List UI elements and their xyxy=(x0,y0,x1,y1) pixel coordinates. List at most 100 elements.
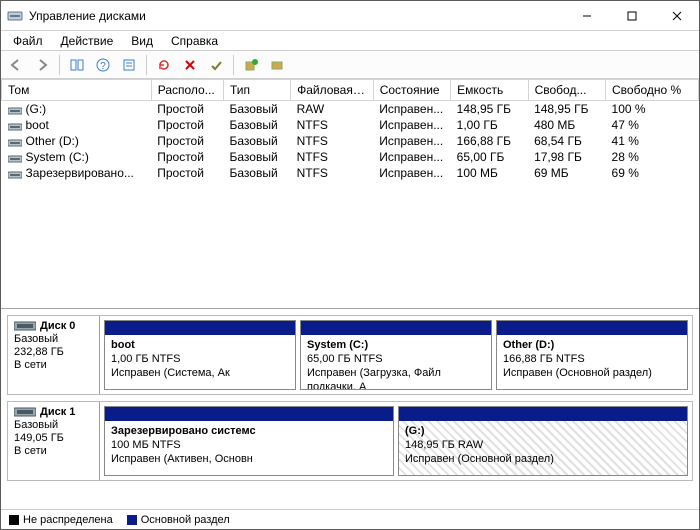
disk-management-window: Управление дисками Файл Действие Вид Спр… xyxy=(0,0,700,530)
titlebar: Управление дисками xyxy=(1,1,699,31)
volume-table: Том Располо... Тип Файловая с... Состоян… xyxy=(1,79,699,181)
partition[interactable]: (G:)148,95 ГБ RAWИсправен (Основной разд… xyxy=(398,406,688,476)
partition-header-bar xyxy=(497,321,687,335)
vol-capacity: 100 МБ xyxy=(451,165,528,181)
column-headers[interactable]: Том Располо... Тип Файловая с... Состоян… xyxy=(2,80,699,101)
partition-header-bar xyxy=(301,321,491,335)
close-button[interactable] xyxy=(654,1,699,30)
forward-button[interactable] xyxy=(31,54,53,76)
new-volume-button[interactable] xyxy=(240,54,262,76)
vol-name: System (C:) xyxy=(26,150,89,164)
vol-type: Базовый xyxy=(224,101,291,118)
disk-label[interactable]: Диск 0Базовый232,88 ГБВ сети xyxy=(8,316,100,394)
attach-vhd-button[interactable] xyxy=(266,54,288,76)
partition-body: Other (D:)166,88 ГБ NTFSИсправен (Основн… xyxy=(497,335,687,389)
partition-body: System (C:)65,00 ГБ NTFSИсправен (Загруз… xyxy=(301,335,491,389)
content: Том Располо... Тип Файловая с... Состоян… xyxy=(1,79,699,529)
graphical-disk-view: Диск 0Базовый232,88 ГБВ сетиboot1,00 ГБ … xyxy=(1,309,699,509)
disk-size: 232,88 ГБ xyxy=(14,346,93,358)
volume-list[interactable]: Том Располо... Тип Файловая с... Состоян… xyxy=(1,79,699,309)
vol-fs: RAW xyxy=(291,101,374,118)
disk-row: Диск 1Базовый149,05 ГБВ сетиЗарезервиров… xyxy=(7,401,693,481)
back-button[interactable] xyxy=(5,54,27,76)
vol-freepct: 28 % xyxy=(606,149,699,165)
toolbar-sep xyxy=(146,55,147,75)
partition-size: 166,88 ГБ NTFS xyxy=(503,352,681,366)
partition-name: Other (D:) xyxy=(503,338,681,352)
col-free[interactable]: Свобод... xyxy=(528,80,605,101)
vol-type: Базовый xyxy=(224,117,291,133)
window-title: Управление дисками xyxy=(29,9,564,23)
volume-icon xyxy=(8,137,22,147)
partition-header-bar xyxy=(105,321,295,335)
help-button[interactable]: ? xyxy=(92,54,114,76)
partition-body: Зарезервировано системс100 МБ NTFSИсправ… xyxy=(105,421,393,475)
menu-action[interactable]: Действие xyxy=(53,33,122,49)
col-freepct[interactable]: Свободно % xyxy=(606,80,699,101)
volume-icon xyxy=(8,153,22,163)
col-capacity[interactable]: Емкость xyxy=(451,80,528,101)
partition-size: 148,95 ГБ RAW xyxy=(405,438,681,452)
minimize-button[interactable] xyxy=(564,1,609,30)
partition[interactable]: Other (D:)166,88 ГБ NTFSИсправен (Основн… xyxy=(496,320,688,390)
vol-fs: NTFS xyxy=(291,133,374,149)
menu-file[interactable]: Файл xyxy=(5,33,51,49)
vol-capacity: 148,95 ГБ xyxy=(451,101,528,118)
vol-freepct: 69 % xyxy=(606,165,699,181)
table-row[interactable]: System (C:) ПростойБазовыйNTFSИсправен...… xyxy=(2,149,699,165)
partition-name: (G:) xyxy=(405,424,681,438)
disk-name: Диск 0 xyxy=(40,320,75,332)
vol-type: Базовый xyxy=(224,149,291,165)
table-row[interactable]: Зарезервировано...ПростойБазовыйNTFSИспр… xyxy=(2,165,699,181)
partition-state: Исправен (Основной раздел) xyxy=(503,366,681,380)
vol-state: Исправен... xyxy=(373,165,450,181)
properties-button[interactable] xyxy=(118,54,140,76)
menu-view[interactable]: Вид xyxy=(123,33,161,49)
disk-row: Диск 0Базовый232,88 ГБВ сетиboot1,00 ГБ … xyxy=(7,315,693,395)
col-fs[interactable]: Файловая с... xyxy=(291,80,374,101)
vol-freepct: 47 % xyxy=(606,117,699,133)
partition[interactable]: System (C:)65,00 ГБ NTFSИсправен (Загруз… xyxy=(300,320,492,390)
toolbar-sep xyxy=(59,55,60,75)
col-type[interactable]: Тип xyxy=(224,80,291,101)
partition-container: boot1,00 ГБ NTFSИсправен (Система, АкSys… xyxy=(100,316,692,394)
vol-fs: NTFS xyxy=(291,149,374,165)
view-toggle-button[interactable] xyxy=(66,54,88,76)
blue-swatch-icon xyxy=(127,515,137,525)
disk-label[interactable]: Диск 1Базовый149,05 ГБВ сети xyxy=(8,402,100,480)
vol-type: Базовый xyxy=(224,165,291,181)
col-layout[interactable]: Располо... xyxy=(151,80,223,101)
table-row[interactable]: (G:)ПростойБазовыйRAWИсправен...148,95 Г… xyxy=(2,101,699,118)
col-tom[interactable]: Том xyxy=(2,80,152,101)
vol-type: Базовый xyxy=(224,133,291,149)
menubar: Файл Действие Вид Справка xyxy=(1,31,699,51)
vol-layout: Простой xyxy=(151,101,223,118)
partition[interactable]: Зарезервировано системс100 МБ NTFSИсправ… xyxy=(104,406,394,476)
vol-state: Исправен... xyxy=(373,149,450,165)
window-buttons xyxy=(564,1,699,30)
table-row[interactable]: bootПростойБазовыйNTFSИсправен...1,00 ГБ… xyxy=(2,117,699,133)
vol-free: 148,95 ГБ xyxy=(528,101,605,118)
partition-body: (G:)148,95 ГБ RAWИсправен (Основной разд… xyxy=(399,421,687,475)
vol-state: Исправен... xyxy=(373,133,450,149)
maximize-button[interactable] xyxy=(609,1,654,30)
legend-primary: Основной раздел xyxy=(127,514,230,526)
delete-button[interactable] xyxy=(179,54,201,76)
partition-name: boot xyxy=(111,338,289,352)
refresh-button[interactable] xyxy=(153,54,175,76)
disk-status: В сети xyxy=(14,359,93,371)
apply-button[interactable] xyxy=(205,54,227,76)
partition[interactable]: boot1,00 ГБ NTFSИсправен (Система, Ак xyxy=(104,320,296,390)
disk-icon xyxy=(14,407,36,417)
col-state[interactable]: Состояние xyxy=(373,80,450,101)
vol-layout: Простой xyxy=(151,133,223,149)
menu-help[interactable]: Справка xyxy=(163,33,226,49)
vol-layout: Простой xyxy=(151,117,223,133)
table-row[interactable]: Other (D:)ПростойБазовыйNTFSИсправен...1… xyxy=(2,133,699,149)
disk-type: Базовый xyxy=(14,419,93,431)
toolbar-sep xyxy=(233,55,234,75)
vol-free: 68,54 ГБ xyxy=(528,133,605,149)
partition-header-bar xyxy=(399,407,687,421)
vol-capacity: 1,00 ГБ xyxy=(451,117,528,133)
vol-layout: Простой xyxy=(151,149,223,165)
